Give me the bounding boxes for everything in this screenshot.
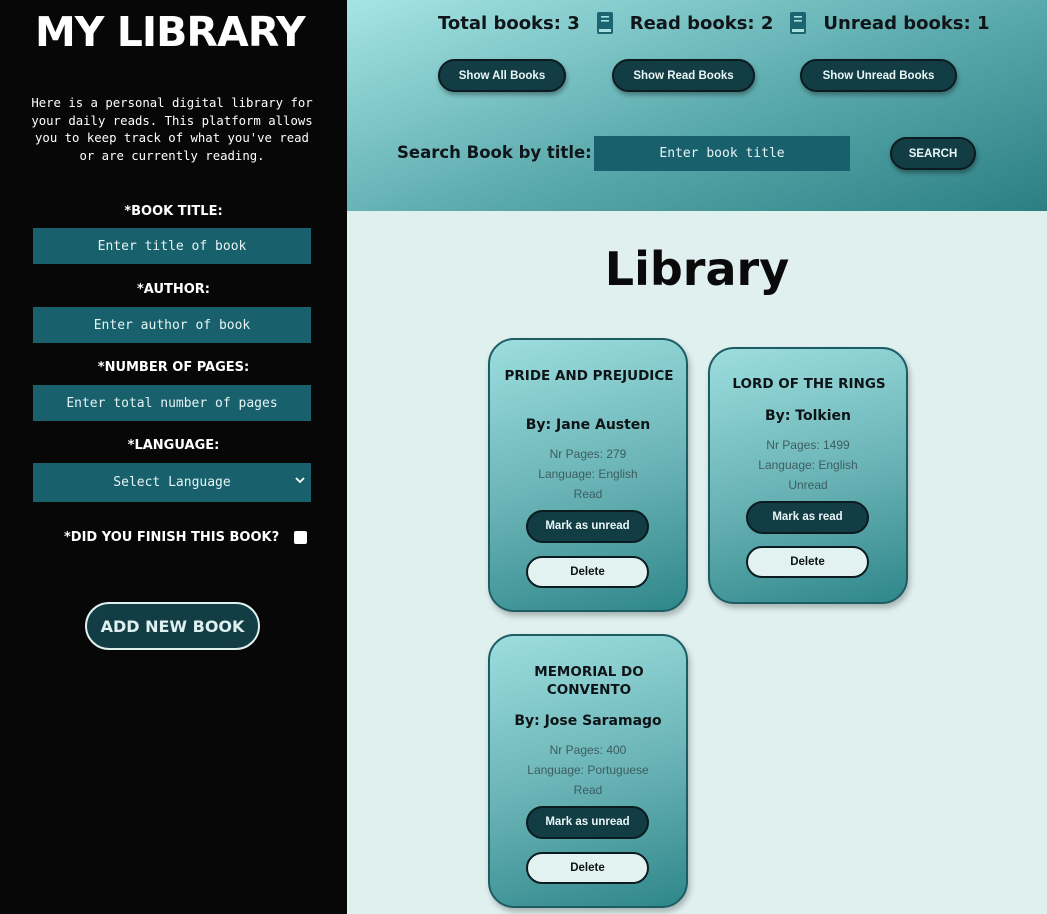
mark-unread-button[interactable]: Mark as unread <box>526 806 649 839</box>
mark-unread-button[interactable]: Mark as unread <box>526 510 649 543</box>
delete-button[interactable]: Delete <box>746 546 869 578</box>
language-select-value: Select Language <box>113 475 231 490</box>
book-card: LORD OF THE RINGS By: Tolkien Nr Pages: … <box>708 347 908 604</box>
book-author: By: Jose Saramago <box>514 713 662 729</box>
book-icon <box>790 12 807 34</box>
library-title: Library <box>604 242 790 296</box>
book-meta: Nr Pages: 279 Language: English Read <box>490 444 686 505</box>
book-meta: Nr Pages: 1499 Language: English Unread <box>710 435 906 496</box>
book-card: PRIDE AND PREJUDICE By: Jane Austen Nr P… <box>488 338 688 612</box>
finished-row: *DID YOU FINISH THIS BOOK? <box>64 530 308 545</box>
book-status: Unread <box>788 478 828 493</box>
book-meta: Nr Pages: 400 Language: Portuguese Read <box>490 740 686 801</box>
total-books-stat: Total books: 3 <box>438 12 580 34</box>
finished-checkbox[interactable] <box>294 531 308 544</box>
language-select[interactable]: Select Language <box>33 463 311 502</box>
book-pages: Nr Pages: 400 <box>549 743 627 757</box>
chevron-down-icon <box>295 473 305 489</box>
sidebar: MY LIBRARY Here is a personal digital li… <box>0 0 347 914</box>
book-pages: Nr Pages: 279 <box>549 447 627 461</box>
search-label: Search Book by title: <box>397 143 592 162</box>
book-language: Language: English <box>758 458 858 473</box>
book-title-label: *BOOK TITLE: <box>124 204 223 219</box>
mark-read-button[interactable]: Mark as read <box>746 501 869 534</box>
unread-books-stat: Unread books: 1 <box>823 12 990 34</box>
book-status: Read <box>573 487 603 502</box>
book-author: By: Tolkien <box>765 408 851 424</box>
pages-label: *NUMBER OF PAGES: <box>97 360 250 375</box>
book-icon <box>596 12 613 34</box>
book-title: MEMORIAL DO CONVENTO <box>534 664 644 698</box>
delete-button[interactable]: Delete <box>526 556 649 588</box>
add-book-button[interactable]: ADD NEW BOOK <box>85 602 260 650</box>
book-language: Language: Portuguese <box>527 763 649 778</box>
language-label: *LANGUAGE: <box>127 438 220 453</box>
book-status: Read <box>573 783 603 798</box>
book-title: LORD OF THE RINGS <box>732 376 886 392</box>
pages-input[interactable] <box>33 385 311 421</box>
intro-text: Here is a personal digital library for y… <box>31 96 313 163</box>
search-button[interactable]: SEARCH <box>890 137 976 170</box>
delete-button[interactable]: Delete <box>526 852 649 884</box>
book-author: By: Jane Austen <box>525 417 651 433</box>
show-all-books-button[interactable]: Show All Books <box>438 59 566 92</box>
read-books-stat: Read books: 2 <box>629 12 774 34</box>
finished-label: *DID YOU FINISH THIS BOOK? <box>64 530 280 545</box>
author-label: *AUTHOR: <box>136 282 211 297</box>
app-title: MY LIBRARY <box>35 8 306 56</box>
author-input[interactable] <box>33 307 311 343</box>
show-read-books-button[interactable]: Show Read Books <box>612 59 755 92</box>
search-input[interactable] <box>594 136 850 171</box>
book-title: PRIDE AND PREJUDICE <box>504 368 674 384</box>
book-title-input[interactable] <box>33 228 311 264</box>
book-card: MEMORIAL DO CONVENTO By: Jose Saramago N… <box>488 634 688 908</box>
book-stats: Total books: 3 Read books: 2 Unread book… <box>438 12 990 34</box>
book-language: Language: English <box>538 467 638 482</box>
show-unread-books-button[interactable]: Show Unread Books <box>800 59 957 92</box>
book-pages: Nr Pages: 1499 <box>766 438 850 452</box>
header: Total books: 3 Read books: 2 Unread book… <box>347 0 1047 211</box>
